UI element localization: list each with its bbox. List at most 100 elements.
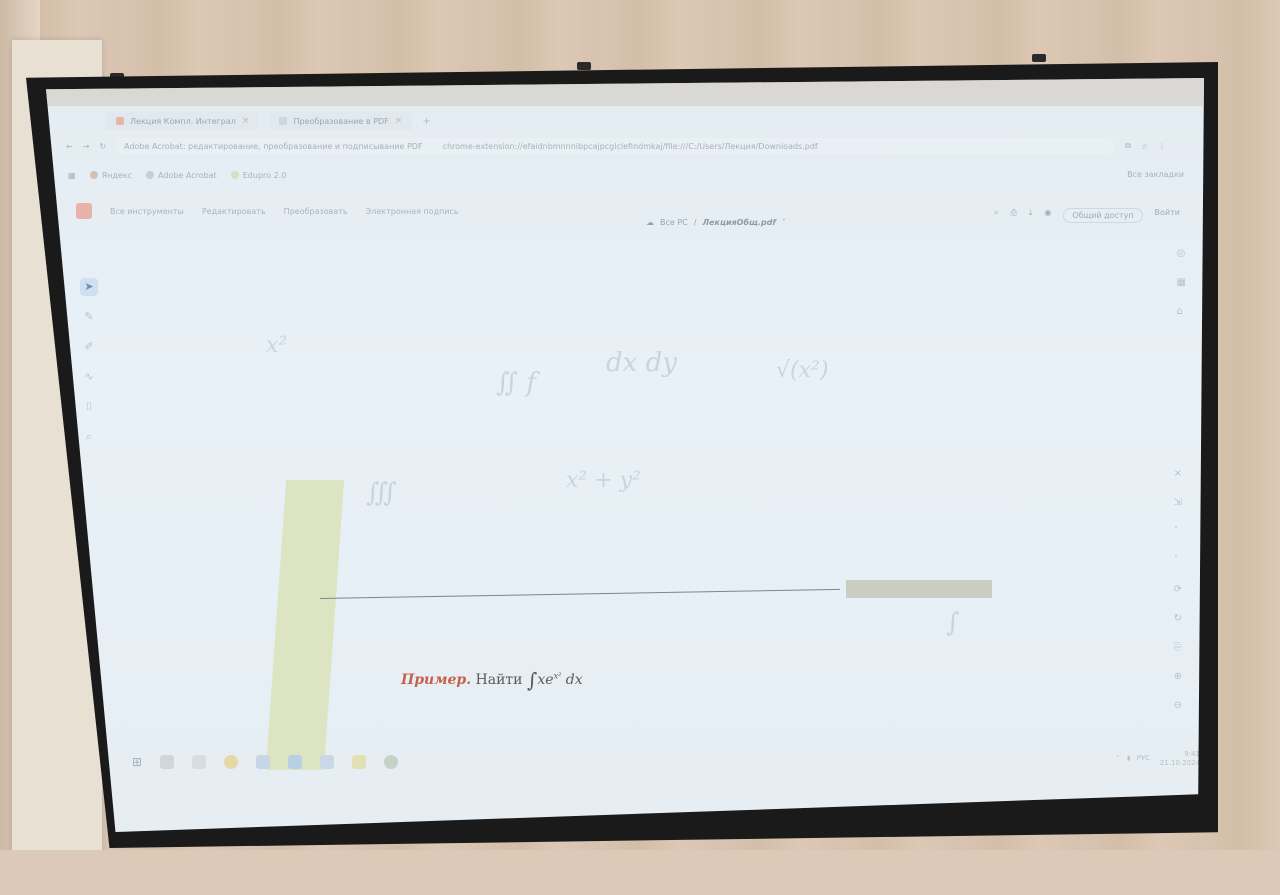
pdf-favicon-icon: [116, 117, 124, 125]
taskbar-clock[interactable]: 9:41 21.10.2024: [1160, 750, 1200, 768]
bookmark-icon: [230, 171, 239, 179]
file-location: Все PC: [660, 218, 688, 227]
doc-icon[interactable]: [320, 755, 335, 769]
url-field[interactable]: Adobe Acrobat: редактирование, преобразо…: [116, 138, 1116, 154]
zoom-icon[interactable]: ⌕: [80, 428, 98, 446]
browser-tab[interactable]: Преобразование в PDF ×: [269, 112, 413, 130]
chrome-icon[interactable]: [256, 755, 271, 769]
reload-icon[interactable]: ↻: [99, 142, 106, 151]
ghost-formula: √(x²): [776, 358, 829, 383]
thumbnails-icon[interactable]: ▦: [1177, 277, 1186, 288]
system-tray: ⌃ ◖ РУС: [1115, 754, 1150, 762]
rotate-icon[interactable]: ⟳: [1174, 584, 1182, 595]
windows-start-icon[interactable]: ⊞: [132, 755, 142, 769]
ai-assistant-icon[interactable]: ◎: [1177, 248, 1186, 259]
acrobat-right-tools: ⌕ ⎙ ⤓ ◉ Общий доступ Войти: [994, 208, 1180, 223]
ghost-formula: ∬ f: [496, 368, 537, 398]
search-icon[interactable]: ⌕: [994, 208, 998, 223]
zoom-out-icon[interactable]: ⊖: [1174, 700, 1182, 711]
signin-button[interactable]: Войти: [1155, 208, 1180, 223]
url-text: chrome-extension://efaidnbmnnnibpcajpcgl…: [442, 141, 818, 151]
bookmark-label: Edupro 2.0: [242, 170, 287, 180]
file-title: ☁ Все PC / ЛекцияОбщ.pdf ˅: [646, 218, 786, 227]
chevron-down-icon[interactable]: ˅: [782, 218, 786, 227]
refresh-icon[interactable]: ↻: [1174, 613, 1182, 624]
ghost-formula: x² + y²: [566, 468, 641, 493]
explorer-icon[interactable]: [160, 755, 175, 769]
download-icon[interactable]: ⤓: [1029, 208, 1033, 223]
separator-icon: /: [693, 218, 697, 227]
tab-label: Преобразование в PDF: [293, 116, 389, 126]
word-icon[interactable]: [288, 755, 303, 769]
left-toolbar: ➤ ✎ ✐ ∿ ⌷ ⌕: [80, 278, 98, 446]
bookmark-icon: [89, 171, 98, 179]
close-icon[interactable]: ×: [242, 116, 250, 126]
globe-favicon-icon: [279, 117, 288, 125]
new-tab-icon[interactable]: +: [422, 116, 430, 127]
menu-edit[interactable]: Редактировать: [202, 207, 266, 216]
task-view-icon[interactable]: [192, 755, 207, 769]
screen-hook: [577, 62, 591, 70]
clock-time: 9:41: [1184, 750, 1200, 758]
example-label: Пример.: [401, 672, 472, 688]
chevron-up-icon[interactable]: ˄: [1174, 526, 1182, 537]
share-button[interactable]: Общий доступ: [1063, 208, 1143, 223]
text-select-icon[interactable]: ⌷: [80, 398, 98, 416]
fit-icon[interactable]: ⇲: [1174, 497, 1182, 508]
star-icon[interactable]: ☆: [1141, 142, 1148, 151]
all-bookmarks-link[interactable]: Все закладки: [1127, 170, 1184, 179]
globe-icon[interactable]: ◉: [1044, 208, 1051, 223]
browser-tab[interactable]: Лекция Компл. Интеграл ×: [106, 112, 260, 130]
draw-icon[interactable]: ✐: [80, 338, 98, 356]
acrobat-logo-icon: [76, 203, 92, 219]
bookmark-label: Adobe Acrobat: [158, 170, 217, 180]
app-icon[interactable]: [384, 755, 399, 769]
chevron-down-icon[interactable]: ˅: [1174, 555, 1182, 566]
differential: dx: [565, 672, 583, 688]
wifi-icon[interactable]: ⌃: [1115, 754, 1121, 762]
page-icon[interactable]: ⎘: [1174, 642, 1182, 653]
file-name[interactable]: ЛекцияОбщ.pdf: [702, 218, 775, 227]
menu-icon[interactable]: ⋮: [1158, 142, 1166, 151]
yandex-browser-icon[interactable]: [224, 755, 239, 769]
extensions-icon[interactable]: ⧉: [1125, 141, 1131, 151]
sign-icon[interactable]: ∿: [80, 368, 98, 386]
forward-icon[interactable]: →: [83, 142, 90, 151]
menu-esign[interactable]: Электронная подпись: [366, 207, 459, 216]
ghost-formula: dx dy: [606, 348, 677, 378]
back-icon[interactable]: ←: [66, 142, 73, 151]
integral-sign: ∫: [526, 668, 538, 692]
zoom-in-icon[interactable]: ⊕: [1174, 671, 1182, 682]
close-icon[interactable]: ×: [395, 116, 403, 126]
menu-all-tools[interactable]: Все инструменты: [110, 207, 184, 216]
wall-bottom: [0, 850, 1280, 895]
bookmark-edupro[interactable]: Edupro 2.0: [230, 170, 287, 180]
close-panel-icon[interactable]: ×: [1174, 468, 1182, 479]
integrand-exponent: x²: [553, 671, 562, 681]
bookmark-yandex[interactable]: Яндекс: [89, 171, 132, 180]
comment-icon[interactable]: ✎: [80, 308, 98, 326]
clock-date: 21.10.2024: [1159, 759, 1200, 767]
language-indicator[interactable]: РУС: [1137, 754, 1150, 762]
right-rail-bottom: × ⇲ ˄ ˅ ⟳ ↻ ⎘ ⊕ ⊖: [1174, 468, 1182, 711]
ghost-formula: ∭: [366, 478, 397, 508]
apps-icon[interactable]: ▦: [68, 171, 76, 180]
cursor-icon[interactable]: ➤: [80, 278, 98, 296]
bookmark-acrobat[interactable]: Adobe Acrobat: [146, 171, 217, 180]
windows-taskbar: ⊞ ⌃ ◖ РУС 9:41 21.10.2024: [116, 748, 1204, 776]
site-name: Adobe Acrobat: редактирование, преобразо…: [124, 141, 423, 151]
bookmark-panel-icon[interactable]: ⌂: [1177, 306, 1186, 317]
cloud-icon: ☁: [646, 218, 654, 227]
folder-icon[interactable]: [352, 755, 367, 769]
print-icon[interactable]: ⎙: [1010, 208, 1016, 223]
example-text: Найти: [475, 672, 523, 688]
bookmarks-bar: ▦ Яндекс Adobe Acrobat Edupro 2.0: [68, 166, 286, 184]
volume-icon[interactable]: ◖: [1127, 754, 1131, 762]
screen-hook: [1032, 54, 1046, 62]
example-line: Пример. Найти ∫xex² dx: [401, 668, 583, 692]
menu-convert[interactable]: Преобразовать: [284, 207, 348, 216]
text-highlight: [846, 580, 992, 598]
integrand-base: xe: [537, 672, 554, 688]
horizontal-rule: [319, 588, 840, 599]
address-bar: ← → ↻ Adobe Acrobat: редактирование, пре…: [66, 136, 1166, 156]
